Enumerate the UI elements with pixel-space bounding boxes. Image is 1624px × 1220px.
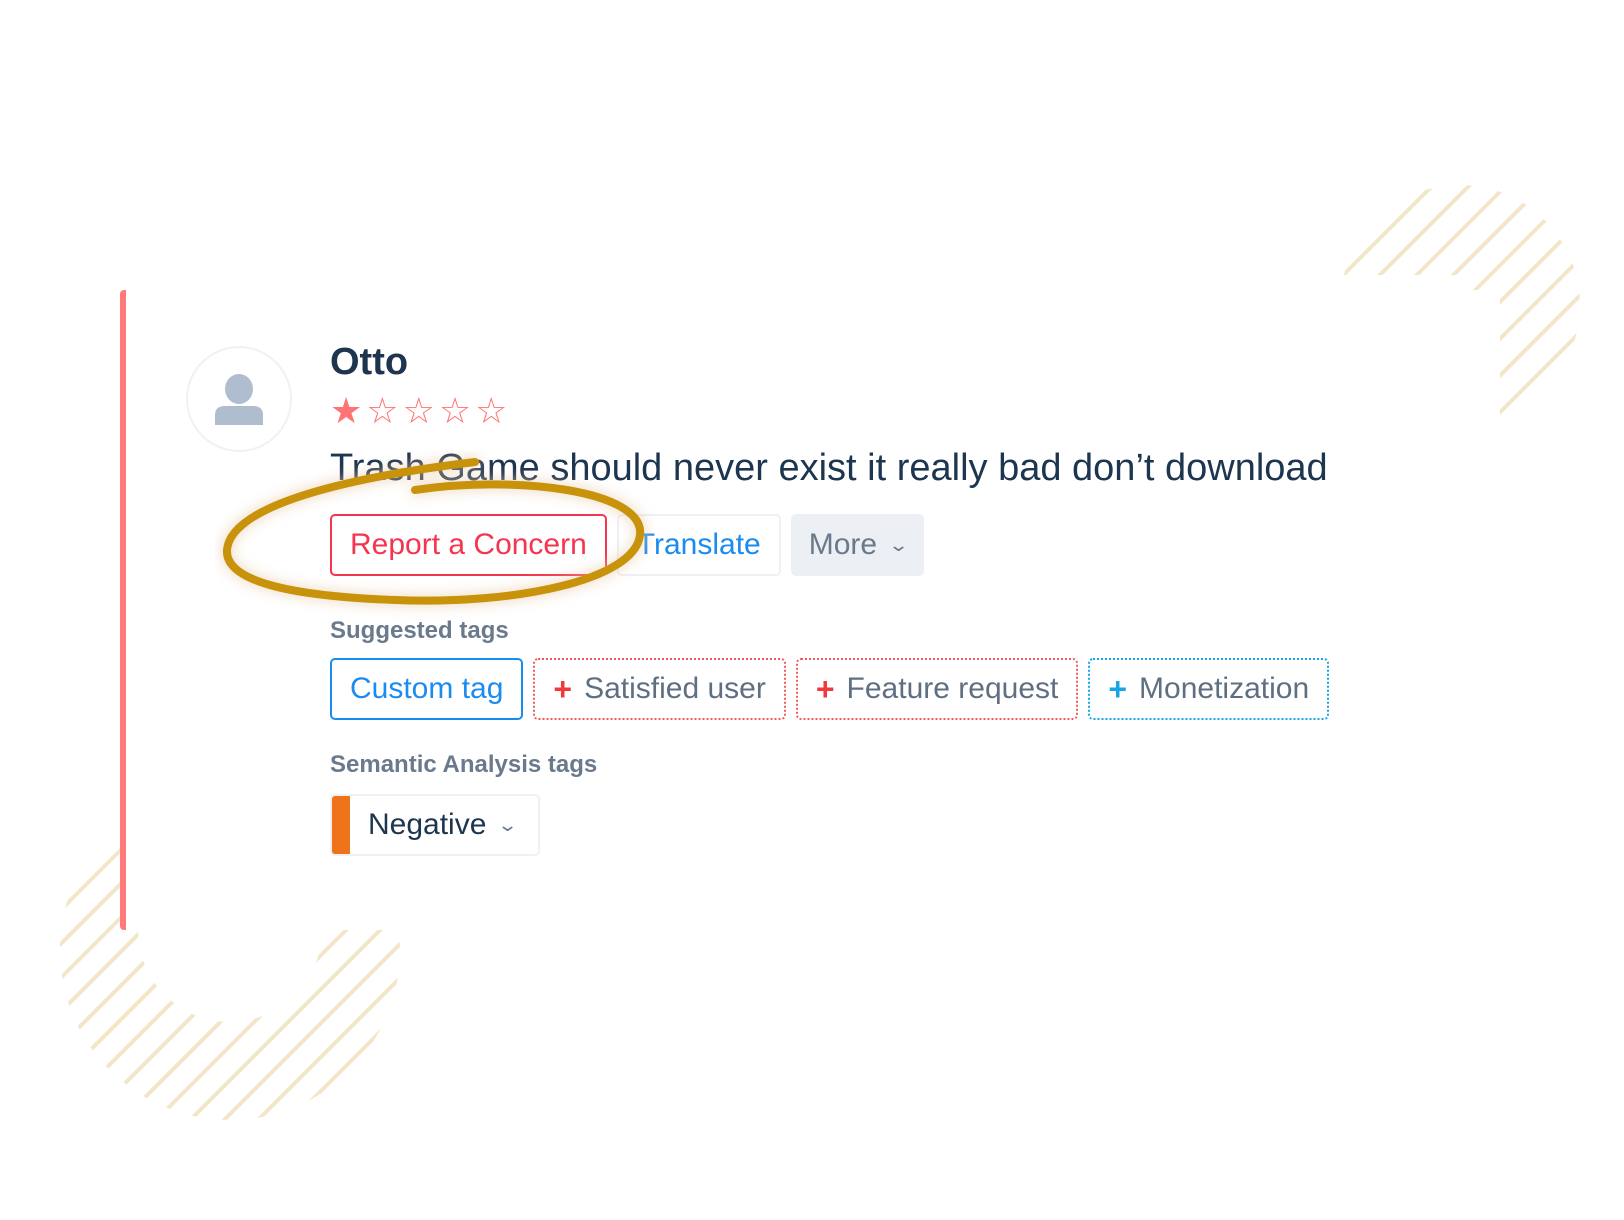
chevron-down-icon: ⌄ <box>497 814 519 835</box>
tag-monetization[interactable]: + Monetization <box>1088 658 1330 720</box>
report-concern-button[interactable]: Report a Concern <box>330 514 607 576</box>
review-accent-bar <box>120 290 126 930</box>
review-author: Otto <box>330 341 409 383</box>
translate-button[interactable]: Translate <box>616 514 781 576</box>
plus-icon: + <box>815 670 835 707</box>
sentiment-dropdown[interactable]: Negative ⌄ <box>330 794 540 856</box>
star-filled-icon: ★ <box>330 390 363 431</box>
tag-satisfied-user[interactable]: + Satisfied user <box>533 658 786 720</box>
review-content: Otto ★ ☆ ☆ ☆ ☆ Trash Game should never e… <box>330 340 1480 856</box>
semantic-tags-label: Semantic Analysis tags <box>330 751 598 778</box>
tag-label: Satisfied user <box>584 672 766 705</box>
star-empty-icon: ☆ <box>475 390 508 431</box>
user-icon <box>215 374 263 425</box>
custom-tag-button[interactable]: Custom tag <box>330 658 524 720</box>
star-empty-icon: ☆ <box>366 390 399 431</box>
star-rating: ★ ☆ ☆ ☆ ☆ <box>330 392 1480 430</box>
suggested-tags-label: Suggested tags <box>330 617 509 644</box>
tag-feature-request[interactable]: + Feature request <box>795 658 1079 720</box>
sentiment-value: Negative <box>368 808 487 841</box>
sentiment-color-indicator <box>332 796 350 854</box>
suggested-tags-list: Custom tag + Satisfied user + Feature re… <box>330 658 1480 720</box>
plus-icon: + <box>553 670 573 707</box>
review-actions: Report a Concern Translate More ⌄ <box>330 514 1480 576</box>
more-dropdown-button[interactable]: More ⌄ <box>790 514 925 576</box>
star-empty-icon: ☆ <box>402 390 435 431</box>
review-text: Trash Game should never exist it really … <box>330 447 1328 489</box>
tag-label: Feature request <box>846 672 1059 705</box>
more-label: More <box>808 528 878 561</box>
star-empty-icon: ☆ <box>438 390 472 431</box>
review-card: Otto ★ ☆ ☆ ☆ ☆ Trash Game should never e… <box>120 290 1500 930</box>
avatar <box>186 346 292 452</box>
tag-label: Monetization <box>1139 672 1310 705</box>
chevron-down-icon: ⌄ <box>888 534 910 555</box>
plus-icon: + <box>1108 670 1128 707</box>
